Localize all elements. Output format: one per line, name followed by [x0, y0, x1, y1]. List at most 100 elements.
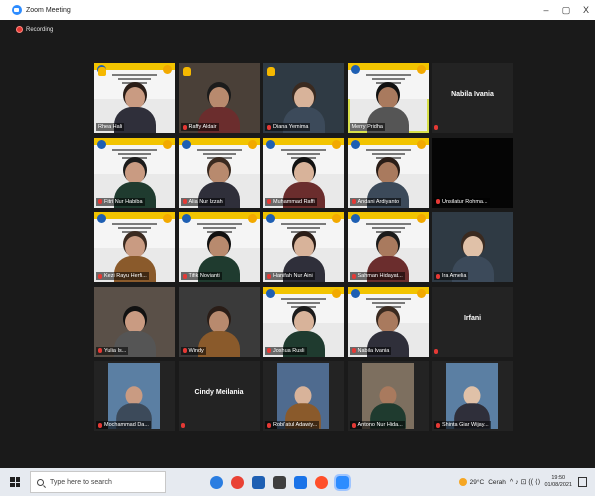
participant-tile[interactable]: Merry Pridha [347, 63, 429, 133]
participant-name-tag: Hanifah Nur Aini [265, 272, 315, 280]
participant-name-tag: Joshua Rusli [265, 346, 307, 355]
weather-label[interactable]: Cerah [488, 479, 506, 486]
participant-name: Antono Nur Hida... [357, 422, 403, 428]
participant-tile[interactable]: Unsilatur Rohma... [432, 137, 513, 208]
profile-photo [108, 363, 160, 429]
participant-name: Windy [188, 347, 204, 354]
participant-display-name: Irfani [463, 314, 482, 322]
mic-muted-icon [267, 124, 271, 130]
search-icon [37, 478, 44, 486]
mic-muted-icon [267, 199, 271, 204]
mic-muted-icon [182, 273, 187, 279]
zoom-app-icon [12, 5, 22, 15]
weather-temperature[interactable]: 29°C [470, 479, 485, 486]
participant-tile[interactable]: Diana Yemima [263, 63, 344, 133]
participant-tile[interactable]: Windy [178, 286, 260, 357]
participant-name: Hanifah Nur Aini [273, 273, 313, 279]
participant-name: Kezi Rayu Herfi... [104, 273, 147, 279]
participant-tile[interactable]: Sahman Hidayat... [347, 212, 429, 282]
profile-photo [361, 363, 414, 429]
close-button[interactable]: X [573, 0, 595, 20]
recording-label: Recording [26, 26, 54, 33]
store-icon[interactable] [273, 475, 286, 489]
participant-tile[interactable]: Rhea Hali [94, 63, 175, 133]
mic-muted-icon [434, 348, 438, 354]
participant-name: Unsilatur Rohma... [442, 198, 488, 205]
participant-name: Sahman Hidayat... [357, 273, 403, 279]
mic-muted-icon [98, 348, 102, 353]
recording-indicator[interactable]: Recording [16, 26, 53, 33]
participant-tile[interactable]: Irfani [432, 286, 513, 357]
windows-taskbar: Type here to search 29°C Cerah ^ ♪ ⊡ (( … [0, 468, 595, 496]
participant-tile[interactable]: Yulia Is... [94, 286, 175, 357]
zoom-window: Zoom Meeting – ▢ X Recording Rhea Hali Ra… [0, 0, 595, 468]
mic-muted-icon [267, 348, 271, 353]
mail-icon[interactable] [294, 475, 307, 489]
mic-muted-icon [351, 348, 356, 353]
mic-muted-icon [98, 422, 102, 428]
participant-name-tag: Mochammad Da... [96, 421, 151, 429]
participant-tile[interactable]: Shinta Giar Wijay... [432, 361, 513, 431]
mic-muted-icon [182, 124, 187, 130]
clock[interactable]: 19:50 01/08/2021 [544, 475, 572, 489]
media-app-icon[interactable] [315, 475, 328, 489]
participant-name-tag: Fitri Nur Habiba [96, 197, 145, 206]
participant-name: Alia Nur Izzah [188, 198, 223, 205]
mic-muted-icon [436, 199, 440, 204]
participant-name-tag: Nabila Ivania [349, 346, 392, 355]
chrome-browser-icon[interactable] [231, 475, 244, 489]
edge-browser-icon[interactable] [210, 475, 223, 489]
participant-name: Andani Ardiyanto [357, 198, 400, 205]
participant-tile[interactable]: Hanifah Nur Aini [263, 212, 344, 282]
participant-tile[interactable]: Kezi Rayu Herfi... [94, 212, 175, 282]
participant-name: Diana Yemima [273, 124, 309, 130]
participant-name-tag: Alia Nur Izzah [180, 197, 225, 206]
participant-name: Robi'atul Adawiy... [273, 422, 318, 428]
clock-date: 01/08/2021 [544, 482, 572, 488]
participant-tile[interactable]: Alia Nur Izzah [178, 137, 260, 208]
window-title: Zoom Meeting [26, 6, 71, 14]
raised-hand-icon [98, 67, 106, 76]
mic-muted-icon [436, 422, 440, 428]
participant-name: Nabila Ivania [357, 347, 390, 354]
participant-tile[interactable]: Andani Ardiyanto [347, 137, 429, 208]
tray-icons[interactable]: ^ ♪ ⊡ (( ⟨⟩ [510, 478, 541, 486]
participant-name-tag: Ira Amelia [434, 272, 469, 280]
system-tray: 29°C Cerah ^ ♪ ⊡ (( ⟨⟩ 19:50 01/08/2021 [458, 468, 595, 496]
participant-name-tag: Antono Nur Hida... [349, 421, 405, 429]
mic-muted-icon [182, 348, 187, 353]
participant-name: Fitri Nur Habiba [104, 198, 143, 205]
participant-tile[interactable]: Joshua Rusli [263, 286, 344, 357]
notification-icon[interactable] [578, 477, 587, 487]
participant-tile[interactable]: Ira Amelia [432, 212, 513, 282]
participant-name-tag: Yulia Is... [96, 346, 129, 355]
taskbar-search-box[interactable]: Type here to search [30, 471, 166, 493]
participant-name: Merry Pridha [351, 124, 383, 130]
participant-name-tag: Shinta Giar Wijay... [434, 421, 491, 429]
clock-time: 19:50 [551, 475, 566, 481]
participant-tile[interactable]: Tifik Novianti [178, 212, 260, 282]
participant-tile[interactable]: Robi'atul Adawiy... [263, 361, 344, 431]
participant-tile[interactable]: Nabila Ivania [432, 63, 513, 133]
participant-tile[interactable]: Fitri Nur Habiba [94, 137, 175, 208]
participant-display-name: Nabila Ivania [451, 91, 494, 98]
mic-muted-icon [98, 199, 102, 204]
participant-name-tag: Sahman Hidayat... [349, 272, 405, 280]
profile-photo [277, 363, 329, 429]
participant-tile[interactable]: Antono Nur Hida... [347, 361, 429, 431]
participant-name: Tifik Novianti [188, 273, 220, 279]
mic-muted-icon [434, 125, 438, 130]
participant-tile[interactable]: Mochammad Da... [94, 361, 175, 431]
zoom-taskbar-icon[interactable] [334, 473, 351, 491]
participant-tile[interactable]: Muhammad Raffi [263, 137, 344, 208]
calculator-icon[interactable] [252, 475, 265, 489]
participant-name: Yulia Is... [104, 347, 127, 354]
participant-display-name: Cindy Meilania [194, 389, 244, 396]
start-button[interactable] [0, 468, 30, 496]
participant-tile[interactable]: Cindy Meilania [178, 361, 260, 431]
windows-logo-icon [10, 477, 20, 487]
participant-name-tag: Andani Ardiyanto [349, 197, 402, 206]
participant-name-tag: Rhea Hali [96, 123, 125, 131]
participant-tile[interactable]: Raffy Aldair [178, 63, 260, 133]
participant-tile[interactable]: Nabila Ivania [347, 286, 429, 357]
